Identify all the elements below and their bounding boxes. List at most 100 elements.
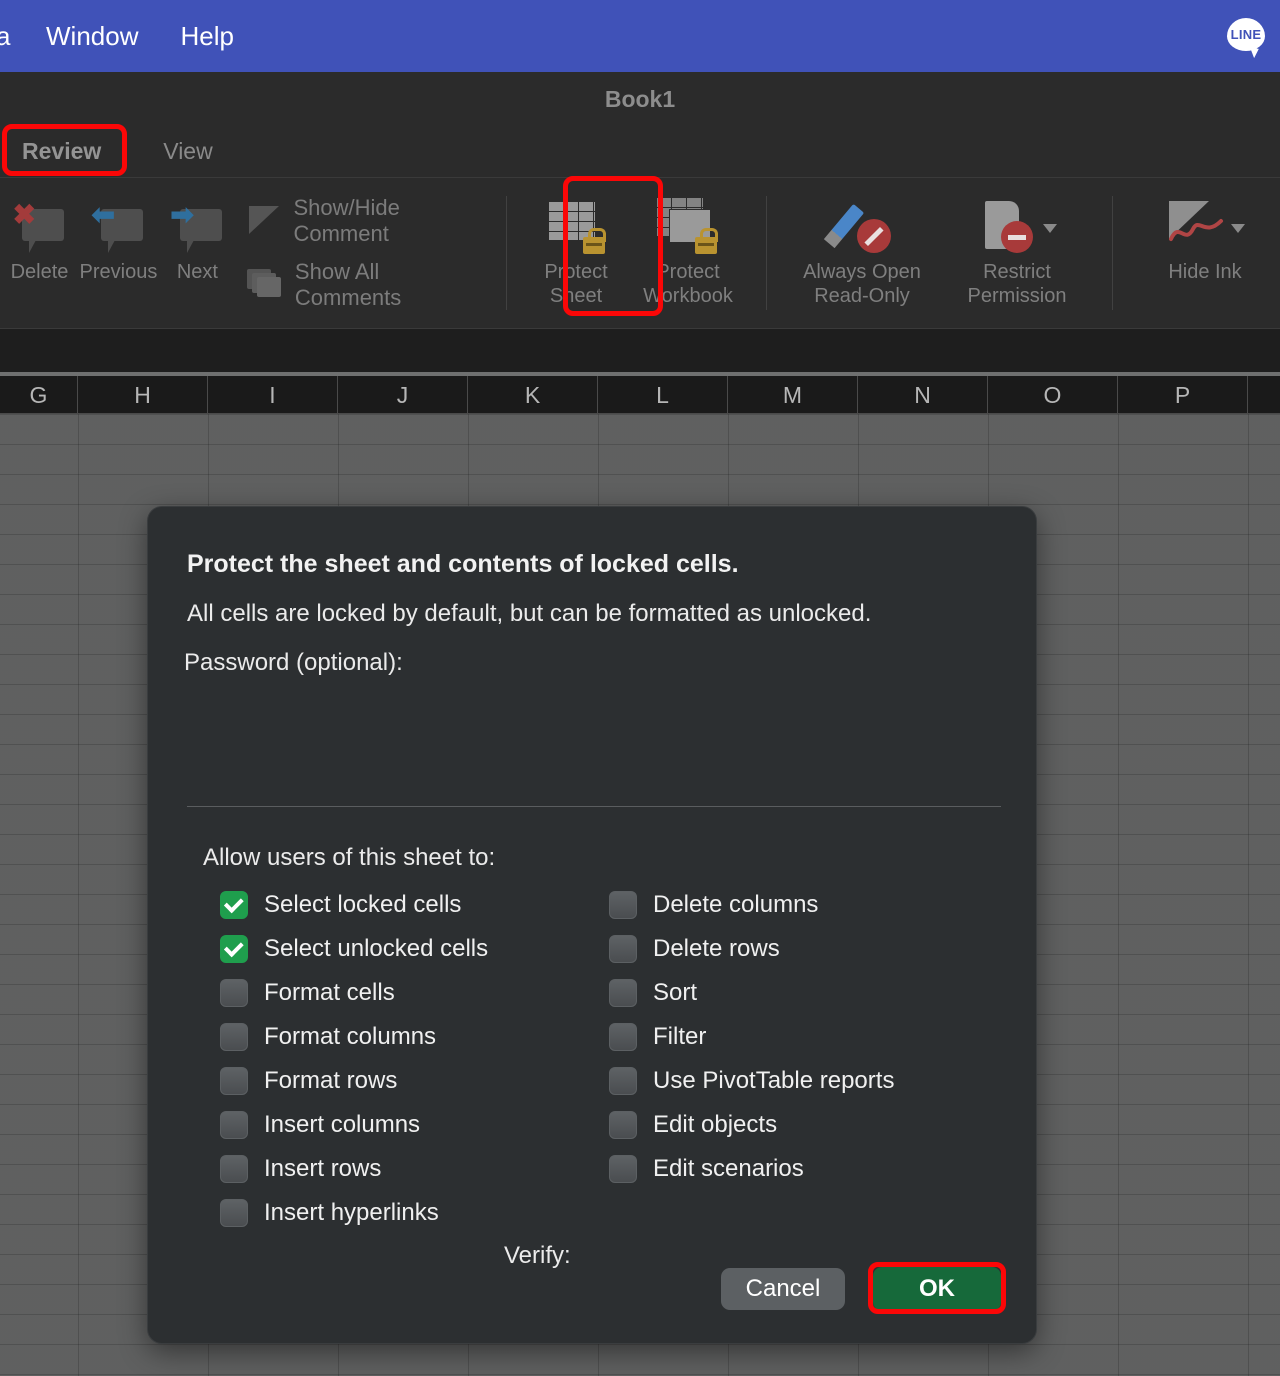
- permission-label: Delete rows: [653, 935, 780, 962]
- permission-label: Insert rows: [264, 1155, 382, 1182]
- protect-sheet-dialog: Protect the sheet and contents of locked…: [147, 506, 1037, 1344]
- column-header-i[interactable]: I: [208, 376, 338, 414]
- permission-label: Format rows: [264, 1067, 398, 1094]
- menu-item-data[interactable]: a: [0, 21, 24, 52]
- comment-previous-icon: ⬅: [91, 196, 144, 258]
- permission-label: Sort: [653, 979, 698, 1006]
- ribbon-button-next-comment[interactable]: ➡ Next: [158, 182, 237, 324]
- column-header-p[interactable]: P: [1118, 376, 1248, 414]
- protect-workbook-icon: [657, 196, 719, 258]
- checkbox-sort[interactable]: [609, 979, 637, 1007]
- permission-row-delete-columns[interactable]: Delete columns: [609, 888, 894, 922]
- show-all-comments-label: Show All Comments: [294, 259, 402, 310]
- permissions-column-left: Select locked cells Select unlocked cell…: [220, 888, 488, 1230]
- permission-row-filter[interactable]: Filter: [609, 1020, 894, 1054]
- ribbon-button-protect-workbook[interactable]: Protect Workbook: [632, 182, 744, 324]
- checkbox-edit-objects[interactable]: [609, 1111, 637, 1139]
- restrict-permission-label-line2: Permission: [967, 285, 1067, 307]
- tab-review[interactable]: Review: [8, 132, 115, 171]
- ribbon-button-restrict-permission[interactable]: Restrict Permission: [942, 182, 1092, 324]
- checkbox-insert-rows[interactable]: [220, 1155, 248, 1183]
- ribbon-group-permissions: Always Open Read-Only Restrict Permissio…: [766, 178, 1092, 328]
- column-header-j[interactable]: J: [338, 376, 468, 414]
- checkbox-delete-columns[interactable]: [609, 891, 637, 919]
- checkbox-insert-hyperlinks[interactable]: [220, 1199, 248, 1227]
- permission-row-edit-scenarios[interactable]: Edit scenarios: [609, 1152, 894, 1186]
- permission-row-sort[interactable]: Sort: [609, 976, 894, 1010]
- ok-button[interactable]: OK: [873, 1267, 1001, 1311]
- ribbon-tab-bar: Review View: [0, 126, 1280, 178]
- show-hide-comment-icon: [247, 204, 279, 238]
- ribbon-button-always-open-read-only[interactable]: Always Open Read-Only: [782, 182, 942, 324]
- show-all-comments-icon: [246, 269, 281, 301]
- allow-users-label: Allow users of this sheet to:: [203, 844, 496, 871]
- password-label: Password (optional):: [184, 649, 403, 676]
- permission-label: Insert hyperlinks: [264, 1199, 439, 1226]
- tab-view[interactable]: View: [149, 132, 226, 171]
- checkbox-format-columns[interactable]: [220, 1023, 248, 1051]
- permission-row-format-columns[interactable]: Format columns: [220, 1020, 488, 1054]
- comment-delete-icon: ✖: [12, 196, 65, 258]
- column-header-l[interactable]: L: [598, 376, 728, 414]
- checkbox-insert-columns[interactable]: [220, 1111, 248, 1139]
- protect-workbook-label-line1: Protect: [656, 261, 720, 283]
- line-bubble-shape: LINE: [1227, 17, 1265, 51]
- cancel-button[interactable]: Cancel: [721, 1268, 845, 1310]
- ribbon-button-previous-comment[interactable]: ⬅ Previous: [79, 182, 158, 324]
- checkbox-filter[interactable]: [609, 1023, 637, 1051]
- permissions-column-right: Delete columns Delete rows Sort Filter U…: [609, 888, 894, 1186]
- chevron-down-icon[interactable]: [1231, 224, 1245, 233]
- permission-row-insert-columns[interactable]: Insert columns: [220, 1108, 488, 1142]
- ribbon-group-protection: Protect Sheet Protect Workbook: [506, 178, 744, 328]
- permission-label: Select locked cells: [264, 891, 462, 918]
- column-header-k[interactable]: K: [468, 376, 598, 414]
- ribbon-group-comments: ✖ Delete ⬅ Previous ➡ Next Show/Hide Com…: [0, 178, 480, 328]
- ribbon-button-hide-ink[interactable]: Hide Ink: [1130, 182, 1280, 324]
- protect-workbook-label-line2: Workbook: [643, 285, 733, 307]
- hide-ink-label: Hide Ink: [1168, 261, 1242, 283]
- ribbon-button-show-all-comments[interactable]: Show All Comments: [246, 259, 470, 311]
- screen-root: a Window Help LINE Book1 Review View ✖ D…: [0, 0, 1280, 1376]
- protect-sheet-label-line1: Protect: [544, 261, 608, 283]
- restrict-permission-icon: [977, 196, 1057, 258]
- column-header-n[interactable]: N: [858, 376, 988, 414]
- menu-item-window[interactable]: Window: [46, 21, 138, 52]
- column-header-m[interactable]: M: [728, 376, 858, 414]
- comment-next-icon: ➡: [170, 196, 223, 258]
- excel-window-chrome: Book1 Review View ✖ Delete ⬅ Previous ➡ …: [0, 72, 1280, 372]
- always-open-read-only-icon: [823, 196, 893, 258]
- permission-row-edit-objects[interactable]: Edit objects: [609, 1108, 894, 1142]
- checkbox-select-locked-cells[interactable]: [220, 891, 248, 919]
- checkbox-use-pivottable-reports[interactable]: [609, 1067, 637, 1095]
- checkbox-format-rows[interactable]: [220, 1067, 248, 1095]
- column-header-o[interactable]: O: [988, 376, 1118, 414]
- line-status-icon[interactable]: LINE: [1226, 14, 1266, 54]
- checkbox-select-unlocked-cells[interactable]: [220, 935, 248, 963]
- ribbon-button-delete-comment[interactable]: ✖ Delete: [0, 182, 79, 324]
- menu-item-help[interactable]: Help: [180, 21, 233, 52]
- macos-menu-bar: a Window Help LINE: [0, 0, 1280, 72]
- checkbox-format-cells[interactable]: [220, 979, 248, 1007]
- ribbon-button-protect-sheet[interactable]: Protect Sheet: [520, 182, 632, 324]
- ribbon-button-show-hide-comment[interactable]: Show/Hide Comment: [247, 195, 470, 247]
- column-header-g[interactable]: G: [0, 376, 78, 414]
- permission-row-select-locked-cells[interactable]: Select locked cells: [220, 888, 488, 922]
- restrict-permission-label-line1: Restrict: [983, 261, 1051, 283]
- permission-row-select-unlocked-cells[interactable]: Select unlocked cells: [220, 932, 488, 966]
- permission-row-insert-hyperlinks[interactable]: Insert hyperlinks: [220, 1196, 488, 1230]
- permission-row-delete-rows[interactable]: Delete rows: [609, 932, 894, 966]
- permission-label: Format cells: [264, 979, 395, 1006]
- permission-row-format-rows[interactable]: Format rows: [220, 1064, 488, 1098]
- show-hide-comment-label: Show/Hide Comment: [293, 195, 400, 246]
- checkbox-edit-scenarios[interactable]: [609, 1155, 637, 1183]
- permission-row-use-pivottable-reports[interactable]: Use PivotTable reports: [609, 1064, 894, 1098]
- permission-label: Delete columns: [653, 891, 819, 918]
- column-header-h[interactable]: H: [78, 376, 208, 414]
- checkbox-delete-rows[interactable]: [609, 935, 637, 963]
- line-badge-label: LINE: [1230, 26, 1262, 42]
- permission-label: Select unlocked cells: [264, 935, 489, 962]
- verify-label: Verify:: [504, 1242, 571, 1269]
- chevron-down-icon[interactable]: [1043, 224, 1057, 233]
- permission-row-format-cells[interactable]: Format cells: [220, 976, 488, 1010]
- permission-row-insert-rows[interactable]: Insert rows: [220, 1152, 488, 1186]
